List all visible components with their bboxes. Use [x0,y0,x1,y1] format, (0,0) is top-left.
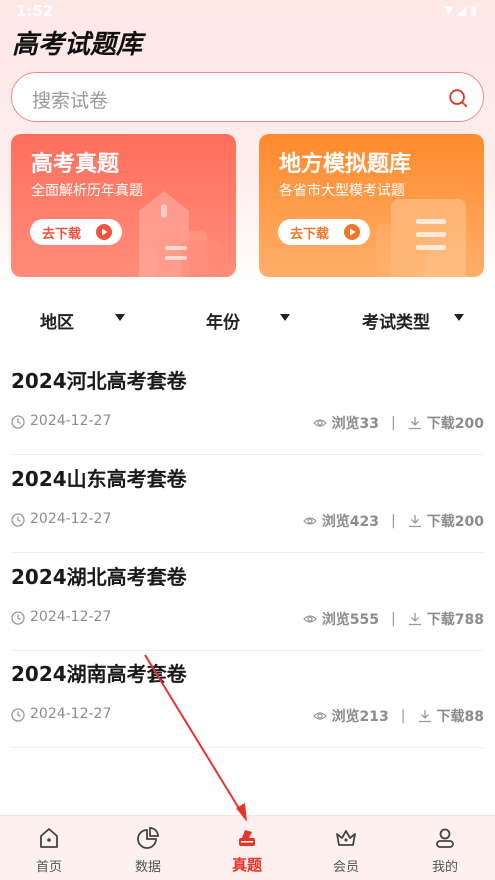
filter-region[interactable]: 地区 [40,308,74,333]
download-count: 下载788 [426,612,484,628]
exam-title: 2024山东高考套卷 [11,467,187,491]
list-item[interactable]: 2024湖南高考套卷 2024-12-27 浏览213 | 下载88 [11,650,484,748]
tab-label: 数据 [134,860,161,875]
clock-icon [11,513,25,527]
exam-date: 2024-12-27 [30,609,112,625]
banner-subtitle: 各省市大型模考试题 [279,183,405,199]
exam-date: 2024-12-27 [30,511,112,527]
exam-date: 2024-12-27 [30,413,112,429]
list-item[interactable]: 2024湖北高考套卷 2024-12-27 浏览555 | 下载788 [11,553,484,651]
download-icon [408,417,421,430]
document-icon [376,199,466,277]
play-icon [344,224,360,240]
search-icon[interactable] [447,87,469,109]
caret-down-icon[interactable] [115,314,125,321]
exam-title: 2024湖北高考套卷 [11,565,187,589]
list-item[interactable]: 2024河北高考套卷 2024-12-27 浏览33 | 下载200 [11,357,484,455]
eye-icon [312,712,327,720]
filter-bar: 地区 年份 考试类型 [0,298,495,338]
exam-stats: 浏览423 | 下载200 [302,511,484,531]
crown-icon [336,830,356,846]
status-time: 1:52 [16,2,54,20]
document-stack-icon [139,191,221,277]
tab-label: 真题 [231,856,262,874]
download-button[interactable]: 去下载 [278,219,370,245]
stat-separator: | [391,611,396,627]
clock-icon [11,611,25,625]
caret-down-icon[interactable] [280,314,290,321]
exam-stats: 浏览555 | 下载788 [302,609,484,629]
eye-icon [302,517,317,525]
exam-stats: 浏览213 | 下载88 [312,706,484,726]
chart-icon [137,827,159,849]
banner-gaokao-real[interactable]: 高考真题 全面解析历年真题 去下载 [11,134,236,277]
eye-icon [302,615,317,623]
bottom-tab-bar: 首页 数据 真题 会员 我的 [0,815,495,880]
banner-subtitle: 全面解析历年真题 [31,183,143,199]
download-button[interactable]: 去下载 [30,219,122,245]
banner-title: 高考真题 [31,152,120,177]
download-count: 下载200 [426,514,484,530]
view-count: 浏览423 [321,514,380,530]
banner-local-mock[interactable]: 地方模拟题库 各省市大型模考试题 去下载 [259,134,484,277]
tab-real-exams[interactable]: 真题 [207,816,287,880]
brush-icon [239,830,255,846]
tab-label: 会员 [332,860,359,875]
banner-title: 地方模拟题库 [279,152,412,177]
filter-exam-type[interactable]: 考试类型 [362,308,430,333]
status-bar: 1:52 ▼◢▮ [0,0,495,24]
stat-separator: | [391,415,396,431]
exam-stats: 浏览33 | 下载200 [312,413,484,433]
page-title: 高考试题库 [12,30,143,60]
status-icons: ▼◢▮ [443,3,481,17]
tab-label: 我的 [431,860,458,875]
tab-profile[interactable]: 我的 [405,816,485,880]
view-count: 浏览33 [331,416,380,432]
list-item[interactable]: 2024山东高考套卷 2024-12-27 浏览423 | 下载200 [11,455,484,553]
download-icon [408,613,421,626]
stat-separator: | [400,708,406,724]
search-placeholder: 搜索试卷 [32,90,109,112]
download-icon [408,515,421,528]
download-button-label: 去下载 [290,227,330,242]
view-count: 浏览213 [331,709,389,725]
clock-icon [11,415,25,429]
play-icon [96,224,112,240]
search-input[interactable]: 搜索试卷 [11,72,484,122]
exam-date: 2024-12-27 [30,706,112,722]
exam-title: 2024湖南高考套卷 [11,662,187,686]
filter-year[interactable]: 年份 [206,308,240,333]
tab-label: 首页 [35,860,62,875]
tab-home[interactable]: 首页 [9,816,89,880]
download-icon [418,710,431,723]
stat-separator: | [391,513,396,529]
tab-membership[interactable]: 会员 [306,816,386,880]
download-button-label: 去下载 [42,227,82,242]
view-count: 浏览555 [321,612,380,628]
clock-icon [11,708,25,722]
exam-title: 2024河北高考套卷 [11,369,187,393]
home-icon [40,828,58,848]
user-icon [436,828,454,848]
download-count: 下载200 [426,416,484,432]
caret-down-icon[interactable] [454,314,464,321]
download-count: 下载88 [436,709,484,725]
tab-data[interactable]: 数据 [108,816,188,880]
eye-icon [312,419,327,427]
